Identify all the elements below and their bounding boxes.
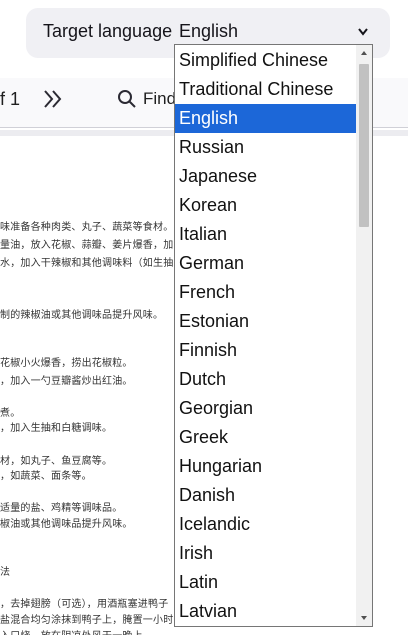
language-option[interactable]: Greek xyxy=(175,423,356,452)
language-option[interactable]: Latvian xyxy=(175,597,356,626)
selected-language: English xyxy=(179,21,239,41)
doc-line: 盐混合均匀涂抹到鸭子上，腌置一小时 xyxy=(0,615,174,626)
language-option[interactable]: Hungarian xyxy=(175,452,356,481)
language-option[interactable]: Russian xyxy=(175,133,356,162)
target-language-label: Target language xyxy=(43,21,173,41)
language-option[interactable]: Korean xyxy=(175,191,356,220)
doc-line: ，如蔬菜、面条等。 xyxy=(0,471,92,482)
page-count-label: f 1 xyxy=(0,89,21,109)
language-option[interactable]: Finnish xyxy=(175,336,356,365)
language-option[interactable]: Dutch xyxy=(175,365,356,394)
doc-line: 适量的盐、鸡精等调味品。 xyxy=(0,503,123,514)
doc-line: 味准备各种肉类、丸子、蔬菜等食材。 xyxy=(0,222,174,233)
doc-line: 椒油或其他调味品提升风味。 xyxy=(0,519,133,530)
search-icon xyxy=(118,90,136,108)
doc-line: ，去掉翅膀（可选），用酒瓶塞进鸭子 xyxy=(0,599,169,610)
find-button[interactable]: Find xyxy=(117,88,176,110)
language-option[interactable]: Italian xyxy=(175,220,356,249)
doc-line: 法 xyxy=(0,567,11,578)
language-option[interactable]: Traditional Chinese xyxy=(175,75,356,104)
doc-line: 入口烧，放在阴凉处风干一晚上。 xyxy=(0,627,153,635)
scroll-up-arrow-icon[interactable] xyxy=(356,45,372,61)
doc-line: 水，加入干辣椒和其他调味料（如生抽 xyxy=(0,258,174,269)
language-option[interactable]: French xyxy=(175,278,356,307)
scrollbar-thumb[interactable] xyxy=(359,64,369,227)
language-dropdown-list[interactable]: Simplified Chinese Traditional Chinese E… xyxy=(174,44,373,627)
language-option[interactable]: Georgian xyxy=(175,394,356,423)
doc-line: ，加入生抽和白糖调味。 xyxy=(0,423,113,434)
doc-line: 材，如丸子、鱼豆腐等。 xyxy=(0,456,113,467)
language-option[interactable]: Latin xyxy=(175,568,356,597)
language-option[interactable]: Icelandic xyxy=(175,510,356,539)
scroll-down-arrow-icon[interactable] xyxy=(356,610,372,626)
doc-line: 制的辣椒油或其他调味品提升风味。 xyxy=(0,310,164,321)
double-chevron-right-icon[interactable] xyxy=(41,87,65,111)
language-option[interactable]: Japanese xyxy=(175,162,356,191)
doc-line: 量油，放入花椒、蒜瓣、姜片爆香，加 xyxy=(0,240,174,251)
language-option[interactable]: Irish xyxy=(175,539,356,568)
language-option-selected[interactable]: English xyxy=(175,104,356,133)
chevron-down-icon xyxy=(358,28,368,36)
language-option[interactable]: German xyxy=(175,249,356,278)
doc-line: 花椒小火爆香，捞出花椒粒。 xyxy=(0,358,133,369)
language-option[interactable]: Danish xyxy=(175,481,356,510)
doc-line: ，加入一勺豆瓣酱炒出红油。 xyxy=(0,376,133,387)
language-option[interactable]: Estonian xyxy=(175,307,356,336)
doc-line: 煮。 xyxy=(0,408,21,419)
language-option[interactable]: Simplified Chinese xyxy=(175,46,356,75)
find-label: Find xyxy=(143,89,177,108)
